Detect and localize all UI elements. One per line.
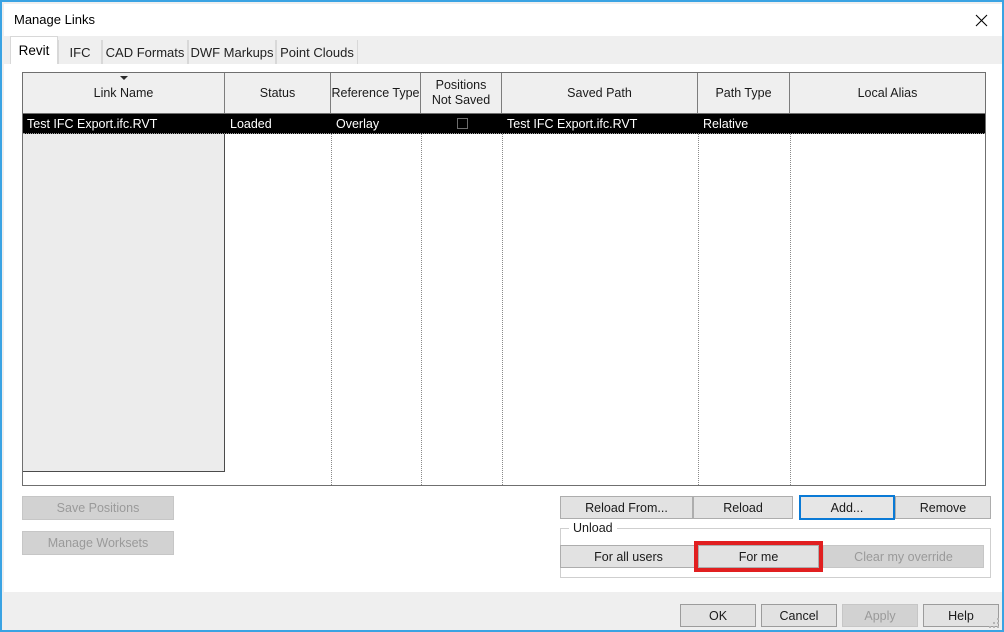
- reload-button[interactable]: Reload: [693, 496, 793, 519]
- column-header-saved-path[interactable]: Saved Path: [502, 73, 698, 113]
- button-label: Help: [948, 608, 974, 623]
- unload-for-all-users-button[interactable]: For all users: [560, 545, 697, 568]
- column-header-label: Path Type: [715, 85, 772, 100]
- tab-dwf-markups[interactable]: DWF Markups: [188, 40, 276, 64]
- cancel-button[interactable]: Cancel: [761, 604, 837, 627]
- button-label: Reload: [723, 500, 763, 515]
- tab-label: Point Clouds: [280, 44, 354, 60]
- button-label: Add...: [830, 500, 864, 515]
- button-label: Manage Worksets: [47, 536, 149, 550]
- manage-links-dialog: Manage Links Revit IFC CAD Formats DWF M…: [0, 0, 1004, 632]
- column-header-positions-not-saved[interactable]: Positions Not Saved: [421, 73, 502, 113]
- tab-point-clouds[interactable]: Point Clouds: [276, 40, 358, 64]
- cell-reference-type: Overlay: [336, 116, 380, 131]
- button-label: Clear my override: [854, 549, 953, 564]
- column-divider: [698, 114, 700, 485]
- column-header-label-line2: Not Saved: [431, 93, 491, 107]
- manage-worksets-button[interactable]: Manage Worksets: [22, 531, 174, 555]
- close-icon[interactable]: [958, 4, 1002, 36]
- tab-ifc[interactable]: IFC: [58, 40, 102, 64]
- table-row[interactable]: Test IFC Export.ifc.RVT Loaded Overlay T…: [23, 114, 985, 134]
- column-header-local-alias[interactable]: Local Alias: [790, 73, 985, 113]
- cell-status: Loaded: [230, 116, 272, 131]
- tab-label: Revit: [18, 43, 50, 58]
- column-header-label: Local Alias: [857, 85, 918, 100]
- save-positions-button[interactable]: Save Positions: [22, 496, 174, 520]
- button-label: Apply: [864, 608, 896, 623]
- unload-for-me-button[interactable]: For me: [698, 545, 819, 568]
- button-label: For all users: [594, 549, 663, 564]
- tab-label: DWF Markups: [190, 44, 274, 60]
- column-header-reference-type[interactable]: Reference Type: [331, 73, 421, 113]
- cell-positions-not-saved[interactable]: [422, 114, 502, 133]
- cell-local-alias: [791, 114, 985, 133]
- column-header-link-name[interactable]: Link Name: [23, 73, 225, 113]
- table-body: Test IFC Export.ifc.RVT Loaded Overlay T…: [23, 114, 985, 485]
- button-label: Save Positions: [56, 501, 140, 515]
- unload-group-label: Unload: [569, 521, 617, 535]
- apply-button[interactable]: Apply: [842, 604, 918, 627]
- column-divider: [331, 114, 333, 485]
- tab-label: CAD Formats: [105, 44, 185, 60]
- checkbox-positions-not-saved[interactable]: [456, 118, 468, 129]
- column-header-status[interactable]: Status: [225, 73, 331, 113]
- tab-cad-formats[interactable]: CAD Formats: [102, 40, 188, 64]
- button-label: OK: [708, 608, 728, 623]
- cell-saved-path: Test IFC Export.ifc.RVT: [507, 116, 638, 131]
- column-header-label: Saved Path: [567, 85, 632, 100]
- tab-revit[interactable]: Revit: [10, 36, 58, 64]
- sort-descending-arrow-icon: [119, 76, 128, 80]
- column-header-label-line1: Positions: [435, 78, 487, 92]
- button-label: For me: [738, 549, 779, 564]
- column-header-label: Link Name: [93, 85, 154, 100]
- remove-button[interactable]: Remove: [895, 496, 991, 519]
- tab-bar: Revit IFC CAD Formats DWF Markups Point …: [4, 36, 1002, 64]
- reload-from-button[interactable]: Reload From...: [560, 496, 693, 519]
- column-header-label: Status: [259, 85, 296, 100]
- ok-button[interactable]: OK: [680, 604, 756, 627]
- tab-panel-revit: Link Name Status Reference Type Position…: [4, 64, 1002, 592]
- column-header-path-type[interactable]: Path Type: [698, 73, 790, 113]
- resize-grip-icon[interactable]: [989, 618, 1001, 630]
- links-table: Link Name Status Reference Type Position…: [22, 72, 986, 486]
- column-divider: [790, 114, 792, 485]
- clear-my-override-button[interactable]: Clear my override: [823, 545, 984, 568]
- column-divider: [502, 114, 504, 485]
- column-divider: [421, 114, 423, 485]
- add-button[interactable]: Add...: [799, 495, 895, 520]
- cell-link-name: Test IFC Export.ifc.RVT: [27, 116, 158, 131]
- tab-label: IFC: [69, 44, 91, 60]
- page-title: Manage Links: [14, 12, 95, 27]
- cell-path-type: Relative: [703, 116, 749, 131]
- button-label: Remove: [919, 500, 967, 515]
- column-header-label: Reference Type: [331, 85, 420, 100]
- table-header-row: Link Name Status Reference Type Position…: [23, 73, 985, 114]
- help-button[interactable]: Help: [923, 604, 999, 627]
- dialog-footer: OK Cancel Apply Help: [4, 592, 1002, 630]
- link-name-column-panel: [23, 114, 225, 472]
- button-label: Cancel: [779, 608, 819, 623]
- button-label: Reload From...: [585, 500, 668, 515]
- title-bar: Manage Links: [4, 4, 1002, 36]
